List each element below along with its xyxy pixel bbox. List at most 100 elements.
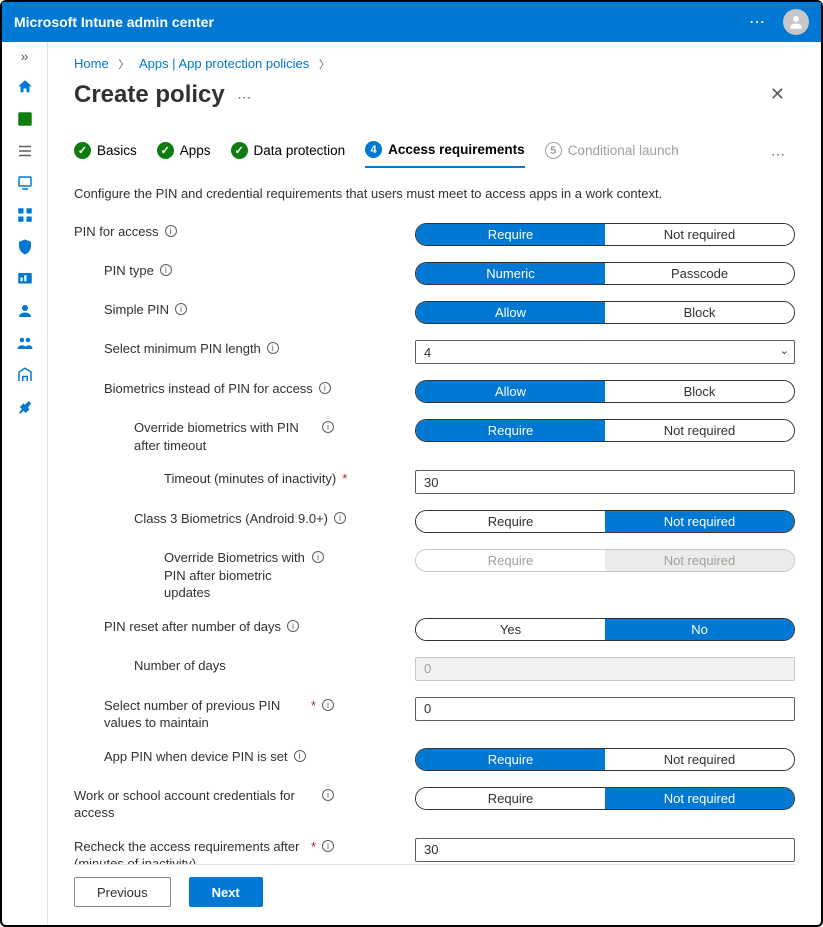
input-prev-pins[interactable]	[415, 697, 795, 721]
step-apps[interactable]: ✓Apps	[157, 142, 211, 167]
chevron-right-icon: 〉	[313, 59, 336, 71]
info-icon[interactable]: i	[160, 264, 172, 276]
crumb-home[interactable]: Home	[74, 56, 109, 71]
row-recheck: Recheck the access requirements after (m…	[74, 838, 795, 864]
input-timeout[interactable]	[415, 470, 795, 494]
user-avatar[interactable]	[783, 9, 809, 35]
step-number: 5	[545, 142, 562, 159]
dashboard-icon[interactable]	[16, 110, 34, 128]
collapse-nav-icon[interactable]: »	[21, 48, 29, 64]
select-min-length[interactable]	[415, 340, 795, 364]
info-icon[interactable]: i	[175, 303, 187, 315]
tenant-icon[interactable]	[16, 366, 34, 384]
wizard-steps: ✓Basics ✓Apps ✓Data protection 4Access r…	[74, 141, 795, 168]
toggle-biometrics[interactable]: AllowBlock	[415, 380, 795, 403]
toggle-pin-type[interactable]: NumericPasscode	[415, 262, 795, 285]
info-icon[interactable]: i	[322, 699, 334, 711]
intro-text: Configure the PIN and credential require…	[74, 186, 795, 201]
toggle-pin-access[interactable]: RequireNot required	[415, 223, 795, 246]
toggle-app-pin-device[interactable]: RequireNot required	[415, 748, 795, 771]
label-min-length: Select minimum PIN length	[104, 340, 261, 358]
label-simple-pin: Simple PIN	[104, 301, 169, 319]
row-class3-bio: Class 3 Biometrics (Android 9.0+) i Requi…	[74, 510, 795, 533]
toggle-class3-bio[interactable]: RequireNot required	[415, 510, 795, 533]
label-class3: Class 3 Biometrics (Android 9.0+)	[134, 510, 328, 528]
previous-button[interactable]: Previous	[74, 877, 171, 907]
label-pin-reset: PIN reset after number of days	[104, 618, 281, 636]
page-title: Create policy	[74, 81, 225, 108]
apps-icon[interactable]	[16, 206, 34, 224]
users-icon[interactable]	[16, 302, 34, 320]
label-override-bio-updates: Override Biometrics with PIN after biome…	[164, 549, 306, 602]
info-icon[interactable]: i	[322, 840, 334, 852]
required-marker: *	[342, 470, 347, 488]
toggle-work-creds[interactable]: RequireNot required	[415, 787, 795, 810]
check-icon: ✓	[74, 142, 91, 159]
reports-icon[interactable]	[16, 270, 34, 288]
row-pin-reset: PIN reset after number of days i YesNo	[74, 618, 795, 641]
chevron-right-icon: 〉	[112, 59, 135, 71]
toggle-override-bio-updates: RequireNot required	[415, 549, 795, 572]
required-marker: *	[311, 697, 316, 715]
info-icon[interactable]: i	[322, 789, 334, 801]
info-icon[interactable]: i	[165, 225, 177, 237]
step-conditional-launch[interactable]: 5Conditional launch	[545, 142, 679, 167]
topbar-more-icon[interactable]: ⋯	[749, 12, 767, 32]
row-override-bio-timeout: Override biometrics with PIN after timeo…	[74, 419, 795, 454]
next-button[interactable]: Next	[189, 877, 263, 907]
check-icon: ✓	[231, 142, 248, 159]
check-icon: ✓	[157, 142, 174, 159]
steps-more-icon[interactable]: ⋯	[771, 146, 795, 163]
label-pin-access: PIN for access	[74, 223, 159, 241]
close-icon[interactable]: ✕	[760, 78, 795, 111]
brand-title: Microsoft Intune admin center	[14, 14, 214, 30]
side-nav: »	[2, 42, 48, 925]
row-pin-access: PIN for access i RequireNot required	[74, 223, 795, 246]
troubleshoot-icon[interactable]	[16, 398, 34, 416]
input-num-days	[415, 657, 795, 681]
title-more-icon[interactable]: ⋯	[229, 89, 253, 105]
step-data-protection[interactable]: ✓Data protection	[231, 142, 346, 167]
row-prev-pins: Select number of previous PIN values to …	[74, 697, 795, 732]
step-basics[interactable]: ✓Basics	[74, 142, 137, 167]
top-bar: Microsoft Intune admin center ⋯	[2, 2, 821, 42]
step-number: 4	[365, 141, 382, 158]
row-override-bio-updates: Override Biometrics with PIN after biome…	[74, 549, 795, 602]
label-override-bio-timeout: Override biometrics with PIN after timeo…	[134, 419, 316, 454]
row-biometrics: Biometrics instead of PIN for access i Al…	[74, 380, 795, 403]
label-biometrics: Biometrics instead of PIN for access	[104, 380, 313, 398]
home-icon[interactable]	[16, 78, 34, 96]
label-num-days: Number of days	[134, 657, 226, 675]
step-access-requirements[interactable]: 4Access requirements	[365, 141, 525, 168]
label-app-pin-device: App PIN when device PIN is set	[104, 748, 288, 766]
row-simple-pin: Simple PIN i AllowBlock	[74, 301, 795, 324]
required-marker: *	[311, 838, 316, 856]
info-icon[interactable]: i	[294, 750, 306, 762]
input-recheck[interactable]	[415, 838, 795, 862]
label-prev-pins: Select number of previous PIN values to …	[104, 697, 305, 732]
toggle-override-bio-timeout[interactable]: RequireNot required	[415, 419, 795, 442]
breadcrumb: Home 〉 Apps | App protection policies 〉	[74, 56, 795, 72]
toggle-pin-reset[interactable]: YesNo	[415, 618, 795, 641]
toggle-simple-pin[interactable]: AllowBlock	[415, 301, 795, 324]
label-work-creds: Work or school account credentials for a…	[74, 787, 316, 822]
info-icon[interactable]: i	[287, 620, 299, 632]
info-icon[interactable]: i	[319, 382, 331, 394]
row-app-pin-device: App PIN when device PIN is set i RequireN…	[74, 748, 795, 771]
row-work-creds: Work or school account credentials for a…	[74, 787, 795, 822]
info-icon[interactable]: i	[312, 551, 324, 563]
row-timeout: Timeout (minutes of inactivity) *	[74, 470, 795, 494]
label-timeout: Timeout (minutes of inactivity)	[164, 470, 336, 488]
row-num-days: Number of days	[74, 657, 795, 681]
devices-icon[interactable]	[16, 174, 34, 192]
wizard-footer: Previous Next	[74, 864, 795, 925]
row-min-length: Select minimum PIN lengthi ⌄	[74, 340, 795, 364]
all-services-icon[interactable]	[16, 142, 34, 160]
info-icon[interactable]: i	[322, 421, 334, 433]
groups-icon[interactable]	[16, 334, 34, 352]
security-icon[interactable]	[16, 238, 34, 256]
crumb-apps[interactable]: Apps | App protection policies	[139, 56, 309, 71]
label-pin-type: PIN type	[104, 262, 154, 280]
info-icon[interactable]: i	[267, 342, 279, 354]
info-icon[interactable]: i	[334, 512, 346, 524]
